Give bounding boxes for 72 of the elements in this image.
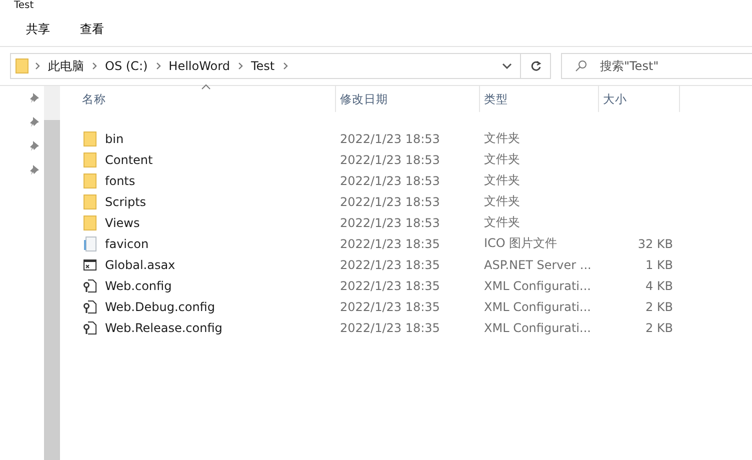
file-name[interactable]: Global.asax xyxy=(101,258,176,272)
folder-icon xyxy=(83,130,97,146)
file-name[interactable]: bin xyxy=(101,132,124,146)
breadcrumb[interactable]: Test xyxy=(248,59,277,73)
file-size: 1 KB xyxy=(644,258,673,272)
file-type: ASP.NET Server ... xyxy=(483,258,592,272)
column-header[interactable]: 类型 xyxy=(480,86,599,112)
refresh-icon xyxy=(530,60,542,72)
modified-date: 2022/1/23 18:35 xyxy=(339,300,441,314)
modified-date: 2022/1/23 18:35 xyxy=(339,320,441,334)
ribbon-tab[interactable]: 查看 xyxy=(80,20,104,38)
config-file-icon xyxy=(83,320,97,336)
chevron-icon[interactable] xyxy=(35,62,40,70)
chevron-icon[interactable] xyxy=(238,62,243,70)
file-name[interactable]: Web.Release.config xyxy=(101,320,222,334)
window-title: Test xyxy=(13,0,35,12)
file-name[interactable]: Content xyxy=(101,152,153,166)
address-bar[interactable]: 此电脑 OS (C:) HelloWord Test xyxy=(10,53,551,79)
file-name[interactable]: fonts xyxy=(101,174,136,188)
pin-icon[interactable] xyxy=(30,164,40,176)
scrollbar[interactable] xyxy=(44,86,60,460)
modified-date: 2022/1/23 18:35 xyxy=(339,236,441,250)
pin-icon[interactable] xyxy=(30,92,40,104)
file-size: 2 KB xyxy=(644,300,673,314)
modified-date: 2022/1/23 18:53 xyxy=(339,152,441,166)
config-file-icon xyxy=(83,278,97,294)
file-name[interactable]: Web.config xyxy=(101,278,172,292)
chevron-icon[interactable] xyxy=(92,62,97,70)
modified-date: 2022/1/23 18:53 xyxy=(339,216,441,230)
folder-icon xyxy=(83,194,97,210)
file-size: 2 KB xyxy=(644,320,673,334)
dropdown-icon[interactable] xyxy=(502,63,512,69)
chevron-icon[interactable] xyxy=(156,62,161,70)
file-type: 文件夹 xyxy=(483,172,521,189)
folder-icon xyxy=(83,152,97,168)
column-header[interactable]: 名称 xyxy=(78,86,336,112)
file-type: 文件夹 xyxy=(483,214,521,231)
file-name[interactable]: favicon xyxy=(101,236,149,250)
file-type: XML Configurati... xyxy=(483,320,592,334)
pin-icon[interactable] xyxy=(30,116,40,128)
search-field[interactable]: 搜索"Test" xyxy=(561,53,752,79)
breadcrumb[interactable]: OS (C:) xyxy=(103,59,150,73)
modified-date: 2022/1/23 18:53 xyxy=(339,174,441,188)
search-icon xyxy=(575,60,587,72)
file-type: 文件夹 xyxy=(483,130,521,147)
file-size: 32 KB xyxy=(636,236,673,250)
file-type: 文件夹 xyxy=(483,193,521,210)
ribbon-tab[interactable]: 共享 xyxy=(26,20,50,38)
modified-date: 2022/1/23 18:35 xyxy=(339,258,441,272)
folder-icon xyxy=(83,214,97,230)
modified-date: 2022/1/23 18:35 xyxy=(339,278,441,292)
file-type: XML Configurati... xyxy=(483,300,592,314)
folder-icon xyxy=(15,58,29,74)
file-type: ICO 图片文件 xyxy=(483,235,558,252)
breadcrumb[interactable]: 此电脑 xyxy=(46,58,86,74)
file-name[interactable]: Scripts xyxy=(101,194,146,208)
folder-icon xyxy=(83,172,97,188)
pin-icon[interactable] xyxy=(30,140,40,152)
config-file-icon xyxy=(83,298,97,314)
window-file-icon xyxy=(83,256,97,272)
modified-date: 2022/1/23 18:53 xyxy=(339,132,441,146)
file-type: XML Configurati... xyxy=(483,278,592,292)
file-name[interactable]: Web.Debug.config xyxy=(101,300,215,314)
file-size: 4 KB xyxy=(644,278,673,292)
file-name[interactable]: Views xyxy=(101,216,140,230)
image-file-icon xyxy=(83,236,97,252)
column-header[interactable]: 大小 xyxy=(599,86,680,112)
file-type: 文件夹 xyxy=(483,151,521,168)
column-header[interactable]: 修改日期 xyxy=(336,86,480,112)
modified-date: 2022/1/23 18:53 xyxy=(339,194,441,208)
breadcrumb[interactable]: HelloWord xyxy=(166,59,232,73)
chevron-icon[interactable] xyxy=(282,62,288,70)
